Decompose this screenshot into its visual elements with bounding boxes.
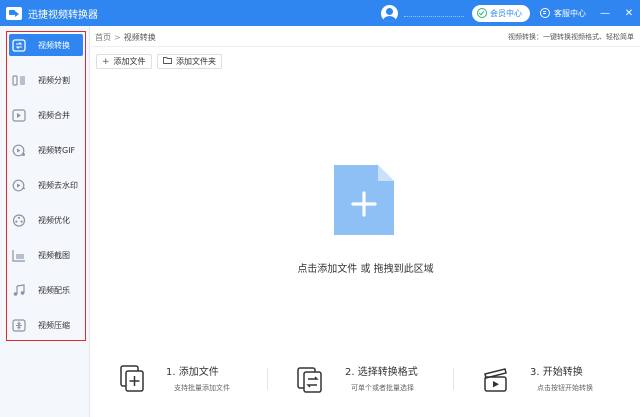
screenshot-icon <box>12 249 26 262</box>
sidebar-item-video-gif[interactable]: 视频转GIF <box>9 139 83 161</box>
step-title: 2. 选择转换格式 <box>345 367 418 378</box>
sidebar-item-video-split[interactable]: 视频分割 <box>9 69 83 91</box>
breadcrumb-separator: > <box>114 33 121 42</box>
clapperboard-icon <box>484 368 507 392</box>
sidebar-item-label: 视频转换 <box>38 40 70 50</box>
title-bar: 迅捷视频转换器 会员中心 客服中心 — ✕ <box>0 0 640 26</box>
drop-hint-text: 点击添加文件 或 拖拽到此区域 <box>297 264 434 275</box>
breadcrumb-home[interactable]: 首页 <box>95 32 111 43</box>
breadcrumb-current: 视频转换 <box>123 33 156 42</box>
step-select-format: 2. 选择转换格式 可单个或者批量选择 <box>296 362 456 398</box>
vip-center-label: 会员中心 <box>490 8 522 18</box>
video-optimize-icon <box>12 213 26 227</box>
step-divider <box>267 368 268 390</box>
minimize-button[interactable]: — <box>594 0 616 26</box>
sidebar: 视频转换 视频分割 视频合并 视频转GIF 视频去水印 视频优化 视频截图 视频… <box>0 26 90 417</box>
video-split-icon <box>12 74 26 87</box>
add-folder-button[interactable]: 添加文件夹 <box>157 54 222 69</box>
sidebar-item-watermark-remove[interactable]: 视频去水印 <box>9 174 83 196</box>
sidebar-item-label: 视频优化 <box>38 215 70 225</box>
step-description: 支持批量添加文件 <box>174 384 230 392</box>
step-description: 可单个或者批量选择 <box>351 384 414 392</box>
vip-center-button[interactable]: 会员中心 <box>472 4 530 22</box>
add-folder-label: 添加文件夹 <box>176 57 216 66</box>
step-title: 3. 开始转换 <box>530 367 583 378</box>
plus-icon: + <box>102 56 110 67</box>
sidebar-item-screenshot[interactable]: 视频截图 <box>9 244 83 266</box>
vip-icon <box>477 8 487 18</box>
breadcrumb: 首页 > 视频转换 <box>95 32 156 43</box>
step-add-file: 1. 添加文件 支持批量添加文件 <box>118 362 278 398</box>
compress-icon <box>12 318 26 332</box>
sidebar-item-video-optimize[interactable]: 视频优化 <box>9 209 83 231</box>
folder-icon <box>163 56 172 67</box>
video-gif-icon <box>12 144 26 157</box>
video-convert-icon <box>12 38 26 52</box>
divider <box>91 46 640 47</box>
feature-hint: 视频转换：一键转换视频格式、轻松简单 <box>508 33 634 41</box>
step-divider <box>453 368 454 390</box>
sidebar-item-compress[interactable]: 视频压缩 <box>9 314 83 336</box>
sidebar-item-video-merge[interactable]: 视频合并 <box>9 104 83 126</box>
close-button[interactable]: ✕ <box>618 0 640 26</box>
music-icon <box>12 283 26 297</box>
support-center-button[interactable]: 客服中心 <box>540 8 586 19</box>
sidebar-item-label: 视频压缩 <box>38 320 70 330</box>
add-file-label: 添加文件 <box>113 57 146 66</box>
app-title: 迅捷视频转换器 <box>28 9 98 21</box>
add-file-button[interactable]: + 添加文件 <box>96 54 152 69</box>
file-drop-zone[interactable] <box>91 76 640 336</box>
sidebar-item-video-convert[interactable]: 视频转换 <box>9 34 83 56</box>
support-center-label: 客服中心 <box>554 8 586 18</box>
watermark-remove-icon <box>12 179 26 192</box>
user-avatar[interactable] <box>381 4 398 22</box>
step-title: 1. 添加文件 <box>166 367 219 378</box>
app-logo-icon <box>6 6 22 20</box>
sidebar-item-label: 视频合并 <box>38 110 70 120</box>
sidebar-item-label: 视频分割 <box>38 75 70 85</box>
add-file-step-icon <box>120 365 144 392</box>
add-file-icon[interactable] <box>334 165 394 235</box>
convert-format-icon <box>297 367 322 393</box>
sidebar-item-label: 视频截图 <box>38 250 70 260</box>
step-start-convert: 3. 开始转换 点击按钮开始转换 <box>481 362 640 398</box>
sidebar-item-label: 视频转GIF <box>38 145 76 155</box>
sidebar-item-label: 视频去水印 <box>38 180 78 190</box>
video-merge-icon <box>12 108 26 122</box>
main-panel: 首页 > 视频转换 视频转换：一键转换视频格式、轻松简单 + 添加文件 添加文件… <box>91 26 640 417</box>
chat-icon <box>540 8 550 18</box>
username-area[interactable] <box>404 9 464 17</box>
sidebar-item-label: 视频配乐 <box>38 285 70 295</box>
sidebar-item-music[interactable]: 视频配乐 <box>9 279 83 301</box>
step-description: 点击按钮开始转换 <box>537 384 593 392</box>
